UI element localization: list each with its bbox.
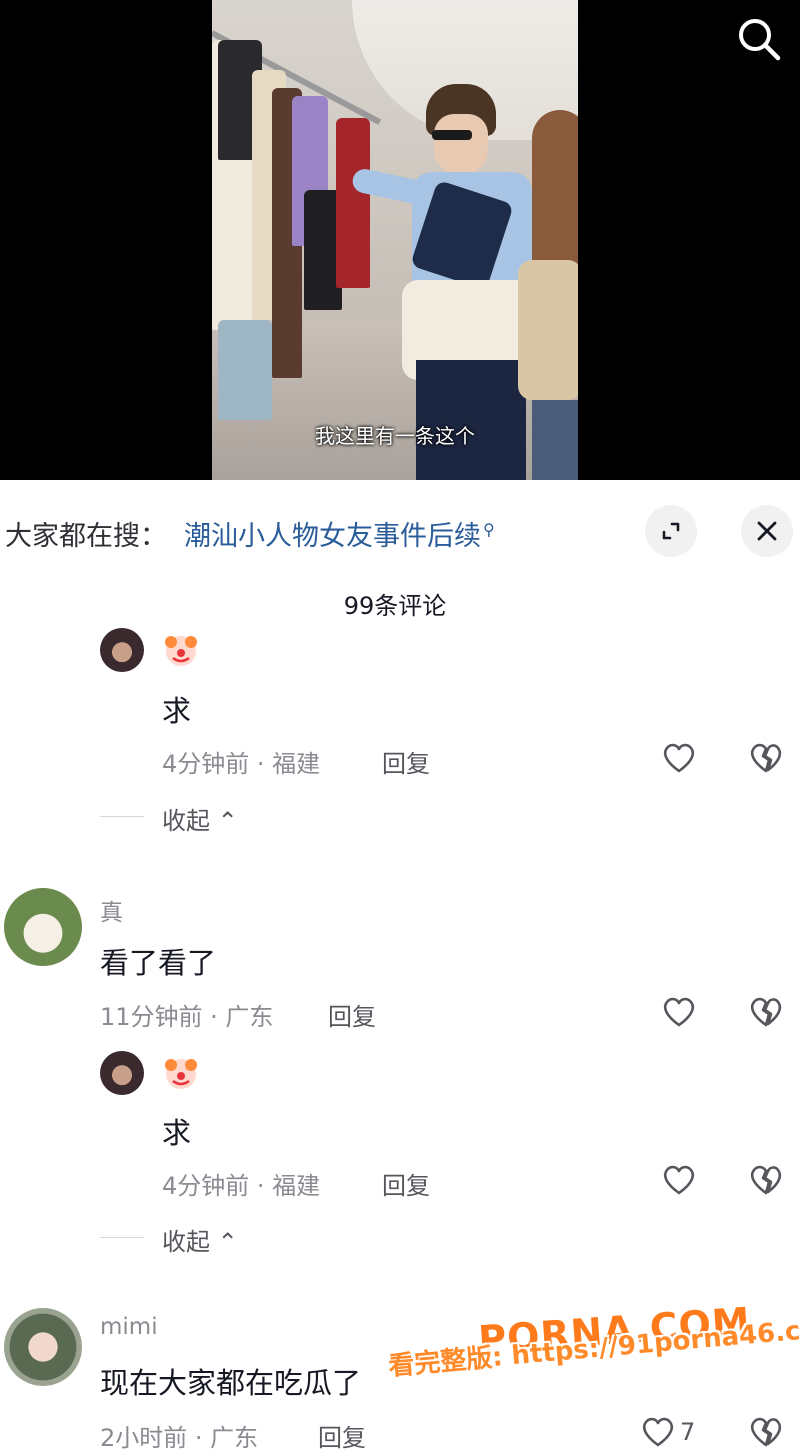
video-frame[interactable]: 我这里有一条这个 <box>212 0 578 480</box>
search-button[interactable] <box>736 16 782 62</box>
collapse-label[interactable]: 收起 ⌃ <box>162 801 238 836</box>
search-icon <box>739 19 781 61</box>
comment-text: 看了看了 <box>100 946 217 980</box>
search-suggestion-link[interactable]: 潮汕小人物女友事件后续 ⚲ <box>184 514 495 553</box>
woman-figure <box>512 110 578 480</box>
man-sunglasses <box>432 130 472 140</box>
clown-face-icon <box>165 1059 197 1089</box>
like-count: 7 <box>680 1418 696 1446</box>
video-subtitle: 我这里有一条这个 <box>315 424 475 448</box>
woman-coat <box>518 260 578 400</box>
comment-meta: 4分钟前 · 福建 <box>162 1172 321 1200</box>
chevron-up-icon: ⌃ <box>217 807 238 835</box>
heart-icon[interactable] <box>659 737 699 777</box>
broken-heart-icon[interactable] <box>746 737 786 777</box>
cloth-light-jeans <box>218 320 272 420</box>
broken-heart-icon[interactable] <box>746 991 786 1031</box>
cloth-red-sweater <box>336 118 370 288</box>
broken-heart-icon[interactable] <box>746 1411 786 1451</box>
man-face <box>434 114 488 174</box>
chevron-up-icon: ⌃ <box>217 1228 238 1256</box>
heart-icon[interactable] <box>659 991 699 1031</box>
clown-face-icon <box>165 636 197 666</box>
collapse-text[interactable]: 收起 <box>162 1228 210 1256</box>
collapse-text[interactable]: 收起 <box>162 807 210 835</box>
woman-jeans <box>532 400 578 480</box>
search-icon: ⚲ <box>483 520 495 539</box>
search-suggestion-bar: 大家都在搜： 潮汕小人物女友事件后续 ⚲ <box>0 500 800 562</box>
close-button[interactable] <box>741 505 793 557</box>
comment-avatar[interactable] <box>4 888 82 966</box>
comment-count-title: 99条评论 <box>343 592 447 620</box>
heart-icon[interactable] <box>659 1159 699 1199</box>
reply-avatar[interactable] <box>100 628 144 672</box>
collapse-label[interactable]: 收起 ⌃ <box>162 1222 238 1257</box>
collapse-replies[interactable]: 收起 ⌃ <box>100 801 300 835</box>
reply-avatar[interactable] <box>100 1051 144 1095</box>
comment-text: 现在大家都在吃瓜了 <box>100 1366 362 1400</box>
comment-meta: 11分钟前 · 广东 <box>100 1003 274 1031</box>
search-suggestion-prefix: 大家都在搜： <box>5 521 167 552</box>
comment-text: 求 <box>162 694 192 728</box>
comment-avatar[interactable] <box>4 1308 82 1386</box>
collapse-divider <box>100 1237 144 1238</box>
comment-meta: 4分钟前 · 福建 <box>162 750 321 778</box>
expand-button[interactable] <box>645 505 697 557</box>
collapse-divider <box>100 816 144 817</box>
reply-button[interactable]: 回复 <box>382 744 430 779</box>
expand-icon <box>662 522 680 540</box>
video-player[interactable]: 我这里有一条这个 <box>0 0 800 480</box>
comment-username[interactable]: mimi <box>100 1314 158 1340</box>
comment-meta: 2小时前 · 广东 <box>100 1424 259 1452</box>
comment-username[interactable]: 真 <box>100 893 123 927</box>
comment-text: 求 <box>162 1116 192 1150</box>
reply-button[interactable]: 回复 <box>318 1418 366 1453</box>
heart-icon[interactable] <box>638 1411 678 1451</box>
collapse-replies[interactable]: 收起 ⌃ <box>100 1222 300 1256</box>
close-icon <box>757 521 777 541</box>
broken-heart-icon[interactable] <box>746 1159 786 1199</box>
reply-button[interactable]: 回复 <box>328 997 376 1032</box>
search-suggestion-query[interactable]: 潮汕小人物女友事件后续 <box>184 521 481 552</box>
reply-button[interactable]: 回复 <box>382 1166 430 1201</box>
